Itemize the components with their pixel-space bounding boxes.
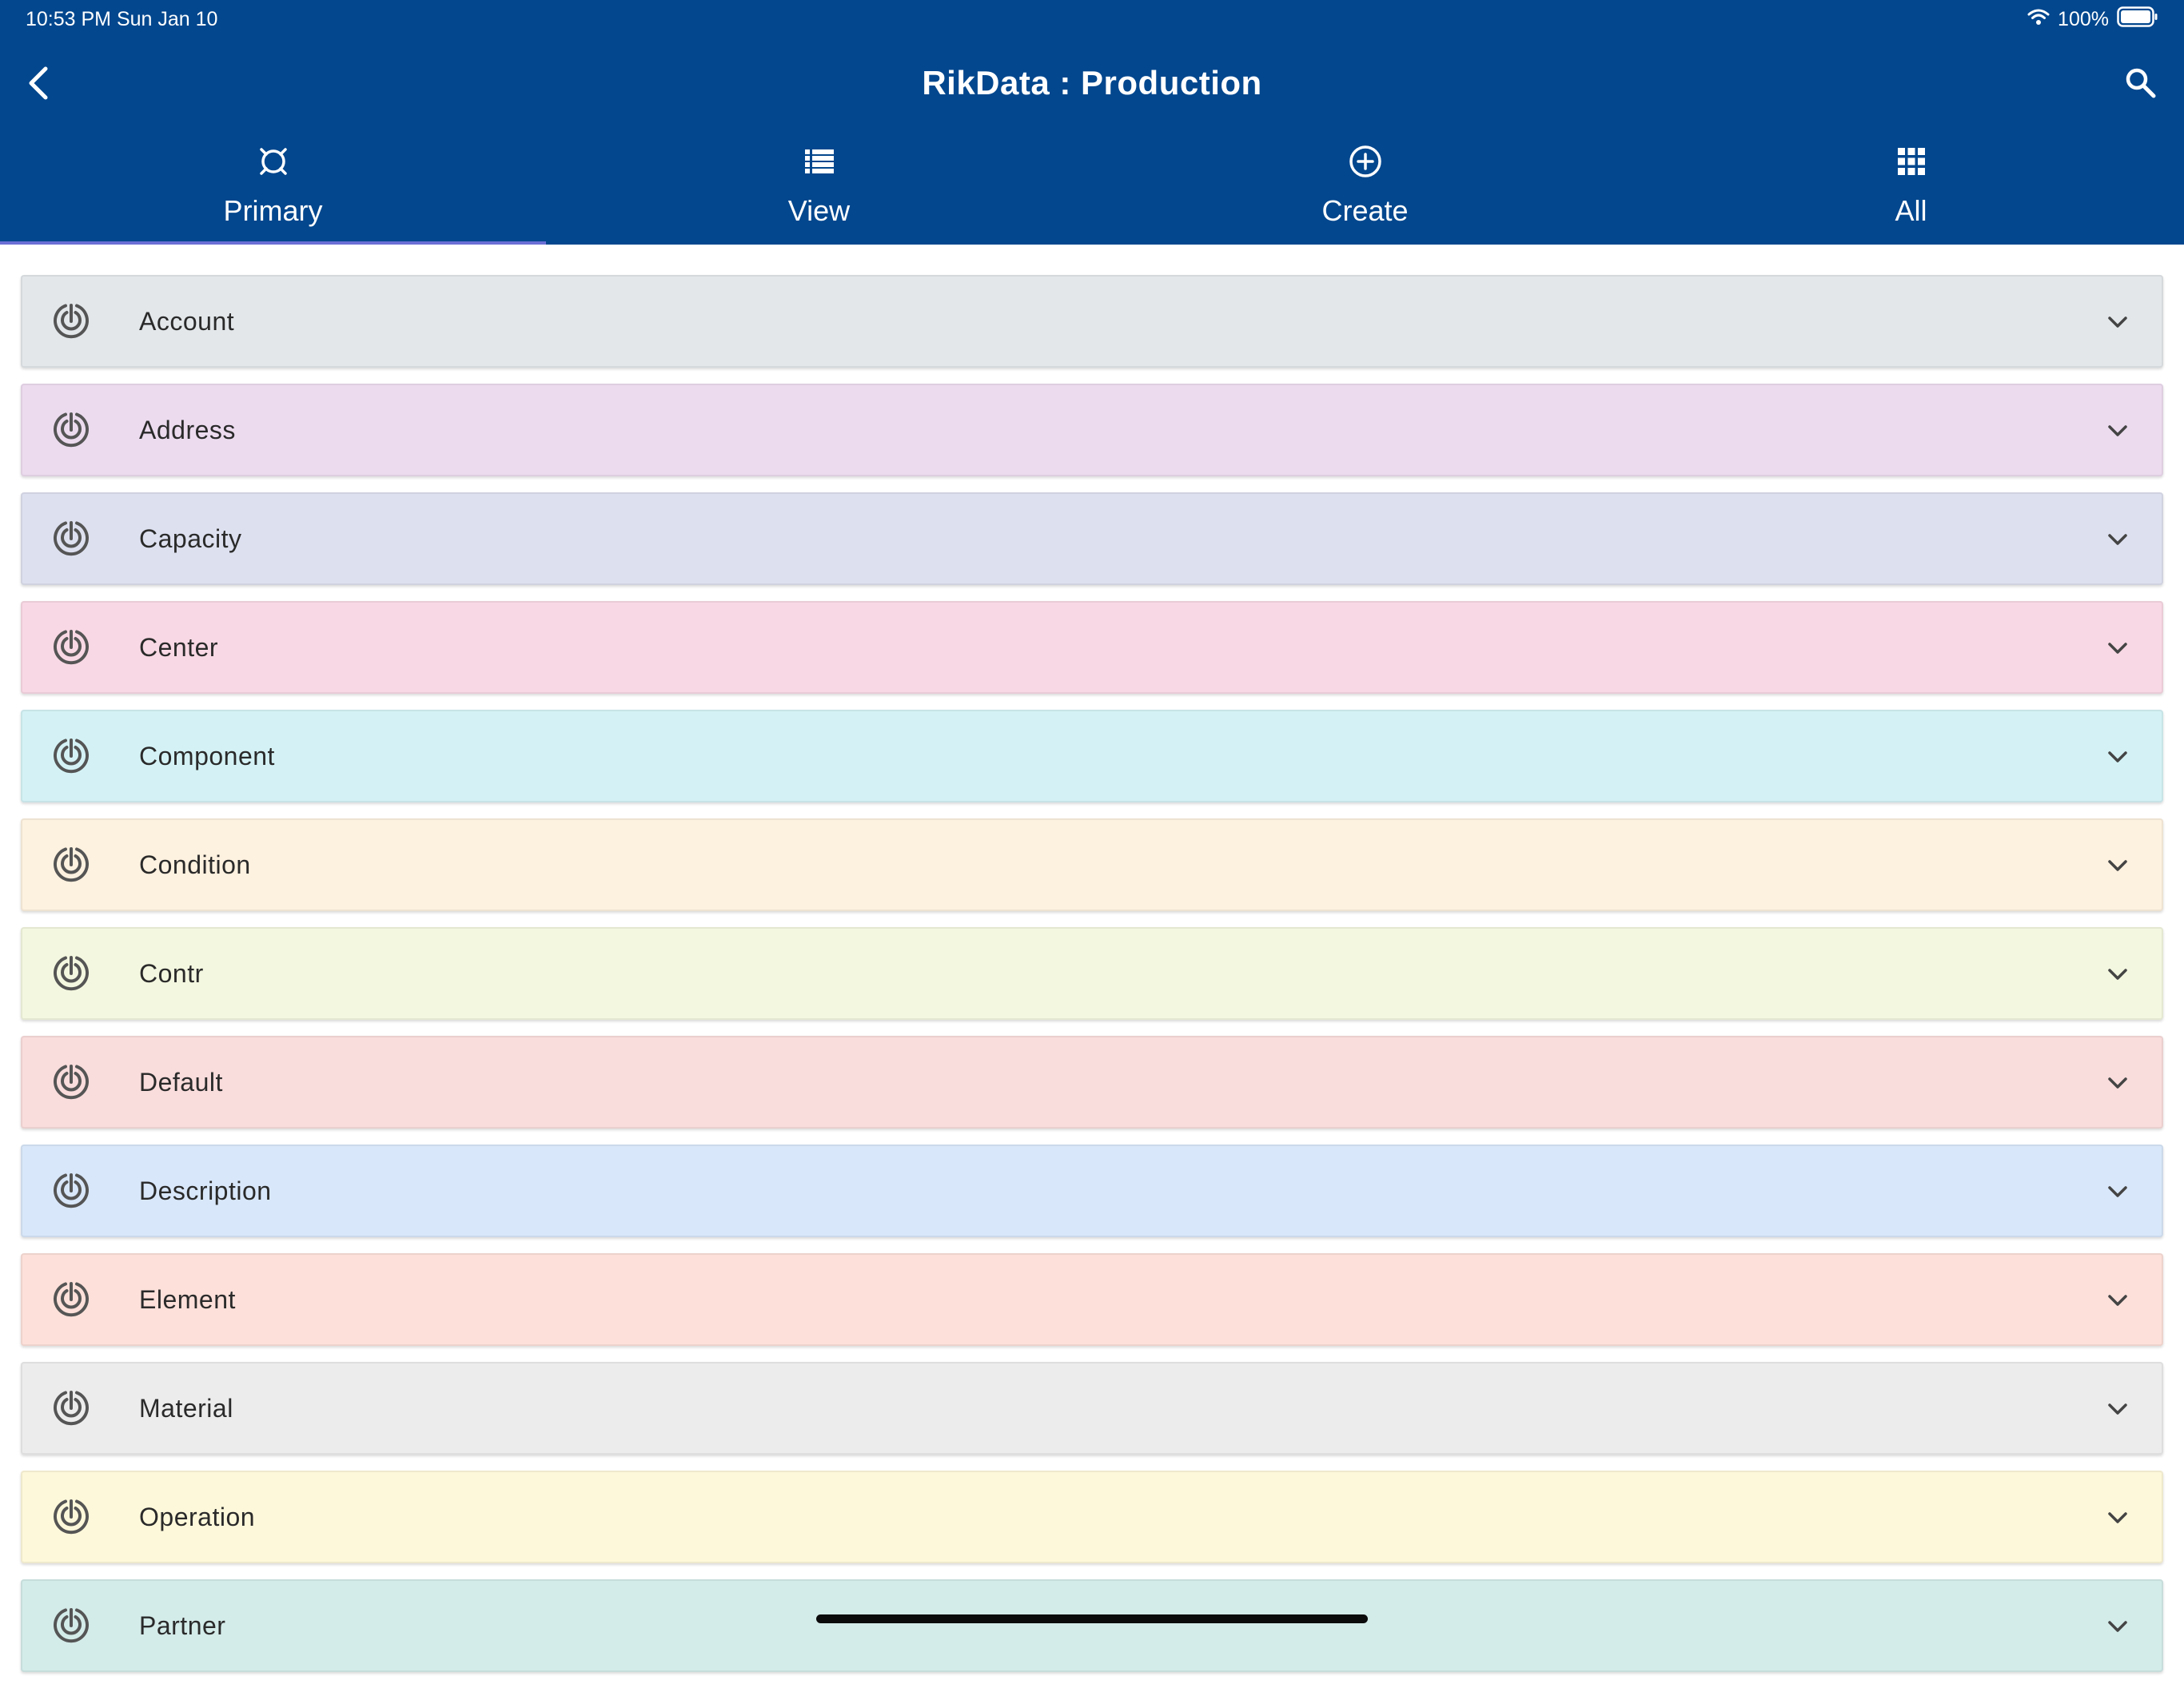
radar-icon <box>54 521 89 556</box>
search-button[interactable] <box>2120 62 2162 104</box>
radar-icon <box>54 956 89 991</box>
accordion-row-label: Element <box>139 1285 236 1314</box>
status-indicators: 100% <box>2027 6 2158 32</box>
chevron-down-icon <box>2108 643 2127 654</box>
chevron-down-icon <box>2108 969 2127 980</box>
accordion-row-label: Address <box>139 416 236 444</box>
app-header: 10:53 PM Sun Jan 10 100% RikData: Produ… <box>0 0 2184 245</box>
accordion-row-label: Contr <box>139 959 204 988</box>
accordion-row-description[interactable]: Description <box>21 1145 2163 1237</box>
status-bar: 10:53 PM Sun Jan 10 100% <box>0 0 2184 38</box>
accordion-row-label: Partner <box>139 1611 226 1640</box>
chevron-down-icon <box>2108 860 2127 871</box>
active-tab-indicator <box>0 241 546 245</box>
accordion-row-label: Description <box>139 1176 272 1205</box>
radar-icon <box>54 412 89 448</box>
accordion-row-label: Condition <box>139 850 251 879</box>
accordion-row-label: Default <box>139 1068 223 1097</box>
accordion-row-default[interactable]: Default <box>21 1036 2163 1129</box>
navigation-bar: RikData : Production <box>0 48 2184 118</box>
category-list: Account Address Capacity Center Component Con… <box>21 275 2163 1688</box>
chevron-down-icon <box>2108 1186 2127 1197</box>
plus-circle-icon <box>1348 144 1383 179</box>
accordion-row-label: Component <box>139 742 275 770</box>
accordion-row-partner[interactable]: Partner <box>21 1579 2163 1672</box>
chevron-down-icon <box>2108 534 2127 545</box>
accordion-row-label: Account <box>139 307 235 336</box>
wifi-icon <box>2027 8 2050 31</box>
tab-all[interactable]: All <box>1638 128 2184 245</box>
tab-label: Primary <box>223 194 323 227</box>
chevron-down-icon <box>2108 751 2127 762</box>
search-icon <box>2126 68 2156 98</box>
accordion-row-address[interactable]: Address <box>21 384 2163 476</box>
chevron-down-icon <box>2108 1077 2127 1089</box>
battery-percent: 100% <box>2058 7 2109 30</box>
home-indicator[interactable] <box>816 1614 1368 1623</box>
chevron-down-icon <box>2108 425 2127 436</box>
accordion-row-center[interactable]: Center <box>21 601 2163 694</box>
tab-label: Create <box>1321 194 1409 227</box>
radar-icon <box>54 738 89 774</box>
tab-label: All <box>1895 194 1927 227</box>
radar-icon <box>54 304 89 339</box>
chevron-down-icon <box>2108 1512 2127 1523</box>
status-time: 10:53 PM Sun Jan 10 <box>26 8 218 30</box>
accordion-row-label: Material <box>139 1394 233 1423</box>
chevron-down-icon <box>2108 316 2127 328</box>
tab-bar: Primary View Create All <box>0 128 2184 245</box>
accordion-row-material[interactable]: Material <box>21 1362 2163 1455</box>
accordion-row-label: Capacity <box>139 524 242 553</box>
accordion-row-element[interactable]: Element <box>21 1253 2163 1346</box>
radar-icon <box>54 847 89 882</box>
accordion-row-condition[interactable]: Condition <box>21 818 2163 911</box>
accordion-row-contr[interactable]: Contr <box>21 927 2163 1020</box>
radar-icon <box>54 1391 89 1426</box>
radar-icon <box>54 1065 89 1100</box>
accordion-row-label: Operation <box>139 1503 256 1531</box>
chevron-down-icon <box>2108 1295 2127 1306</box>
accordion-row-account[interactable]: Account <box>21 275 2163 368</box>
chevron-down-icon <box>2108 1403 2127 1415</box>
accordion-row-component[interactable]: Component <box>21 710 2163 802</box>
radar-icon <box>54 1173 89 1208</box>
page-title: RikData : Production <box>922 64 1262 102</box>
target-icon <box>256 144 291 179</box>
chevron-down-icon <box>2108 1621 2127 1632</box>
tab-view[interactable]: View <box>546 128 1092 245</box>
tab-primary[interactable]: Primary <box>0 128 546 245</box>
radar-icon <box>54 1499 89 1535</box>
tab-create[interactable]: Create <box>1092 128 1638 245</box>
radar-icon <box>54 1282 89 1317</box>
tab-label: View <box>787 194 851 227</box>
radar-icon <box>54 1608 89 1643</box>
grid-icon <box>1894 144 1929 179</box>
accordion-row-capacity[interactable]: Capacity <box>21 492 2163 585</box>
radar-icon <box>54 630 89 665</box>
accordion-row-operation[interactable]: Operation <box>21 1471 2163 1563</box>
list-icon <box>802 144 837 179</box>
accordion-row-label: Center <box>139 633 219 662</box>
battery-icon <box>2117 6 2158 33</box>
